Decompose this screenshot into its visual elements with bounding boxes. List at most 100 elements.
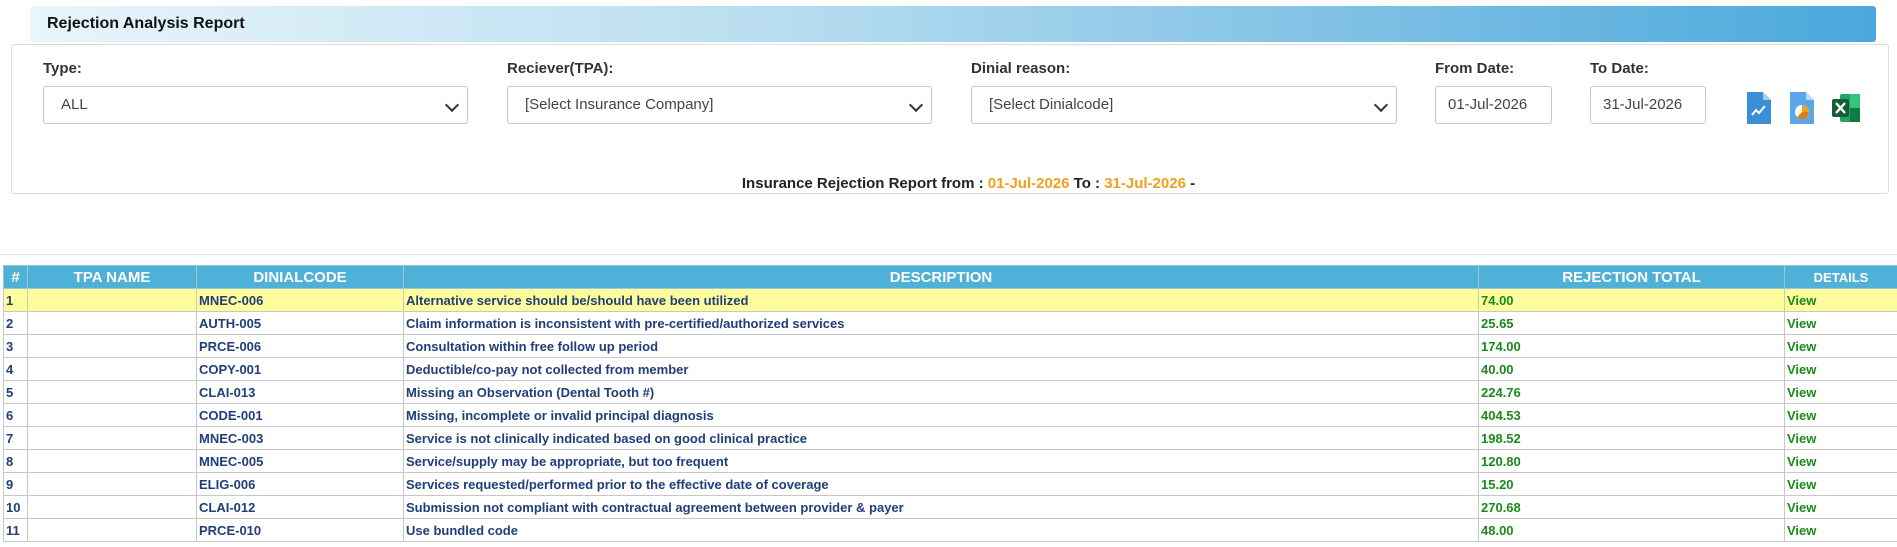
view-details-link[interactable]: View [1784, 334, 1897, 358]
summary-to-date: 31-Jul-2026 [1104, 175, 1186, 192]
from-date-value: 01-Jul-2026 [1448, 96, 1528, 113]
tpa-name-cell [27, 334, 197, 358]
table-row[interactable]: 6 CODE-001 Missing, incomplete or invali… [3, 403, 1897, 427]
dinialcode-cell: COPY-001 [196, 357, 404, 381]
table-row[interactable]: 2 AUTH-005 Claim information is inconsis… [3, 311, 1897, 335]
reason-select[interactable]: [Select Dinialcode] [971, 86, 1397, 124]
table-row[interactable]: 7 MNEC-003 Service is not clinically ind… [3, 426, 1897, 450]
view-details-link[interactable]: View [1784, 426, 1897, 450]
type-select-value: ALL [61, 96, 88, 113]
summary-mid: To : [1069, 175, 1105, 192]
report-title-bar: Rejection Analysis Report [30, 6, 1876, 42]
rejection-total-cell: 404.53 [1478, 403, 1785, 427]
col-header-rejection-total[interactable]: REJECTION TOTAL [1478, 265, 1785, 289]
rejection-total-cell: 40.00 [1478, 357, 1785, 381]
receiver-select-value: [Select Insurance Company] [525, 96, 714, 113]
view-details-link[interactable]: View [1784, 380, 1897, 404]
summary-from-date: 01-Jul-2026 [987, 175, 1070, 192]
to-date-input[interactable]: 31-Jul-2026 [1590, 86, 1706, 124]
view-details-link[interactable]: View [1784, 449, 1897, 473]
pie-chart-file-icon[interactable] [1787, 91, 1817, 125]
table-row[interactable]: 9 ELIG-006 Services requested/performed … [3, 472, 1897, 496]
rejection-total-cell: 48.00 [1478, 518, 1785, 542]
rejection-total-cell: 198.52 [1478, 426, 1785, 450]
row-number: 10 [3, 495, 28, 519]
row-number: 8 [3, 449, 28, 473]
rejection-total-cell: 74.00 [1478, 288, 1785, 312]
excel-export-icon[interactable] [1830, 91, 1860, 125]
dinialcode-cell: PRCE-010 [196, 518, 404, 542]
page-title: Rejection Analysis Report [47, 15, 245, 32]
chevron-down-icon [1373, 97, 1389, 113]
col-header-tpa-name[interactable]: TPA NAME [27, 265, 197, 289]
description-cell: Service is not clinically indicated base… [403, 426, 1479, 450]
view-details-link[interactable]: View [1784, 357, 1897, 381]
row-number: 4 [3, 357, 28, 381]
type-label: Type: [43, 60, 82, 77]
dinialcode-cell: CODE-001 [196, 403, 404, 427]
rejection-table: # TPA NAME DINIALCODE DESCRIPTION REJECT… [3, 265, 1897, 542]
view-details-link[interactable]: View [1784, 518, 1897, 542]
tpa-name-cell [27, 357, 197, 381]
dinialcode-cell: CLAI-013 [196, 380, 404, 404]
tpa-name-cell [27, 449, 197, 473]
description-cell: Submission not compliant with contractua… [403, 495, 1479, 519]
tpa-name-cell [27, 495, 197, 519]
table-row[interactable]: 4 COPY-001 Deductible/co-pay not collect… [3, 357, 1897, 381]
description-cell: Alternative service should be/should hav… [403, 288, 1479, 312]
table-row[interactable]: 8 MNEC-005 Service/supply may be appropr… [3, 449, 1897, 473]
description-cell: Missing, incomplete or invalid principal… [403, 403, 1479, 427]
row-number: 1 [3, 288, 28, 312]
description-cell: Service/supply may be appropriate, but t… [403, 449, 1479, 473]
tpa-name-cell [27, 288, 197, 312]
table-row[interactable]: 5 CLAI-013 Missing an Observation (Denta… [3, 380, 1897, 404]
rejection-total-cell: 15.20 [1478, 472, 1785, 496]
type-select[interactable]: ALL [43, 86, 468, 124]
table-row[interactable]: 11 PRCE-010 Use bundled code 48.00 View [3, 518, 1897, 542]
view-details-link[interactable]: View [1784, 495, 1897, 519]
table-row[interactable]: 3 PRCE-006 Consultation within free foll… [3, 334, 1897, 358]
from-date-input[interactable]: 01-Jul-2026 [1435, 86, 1552, 124]
dinialcode-cell: ELIG-006 [196, 472, 404, 496]
dinialcode-cell: PRCE-006 [196, 334, 404, 358]
description-cell: Claim information is inconsistent with p… [403, 311, 1479, 335]
summary-suffix: - [1185, 175, 1196, 192]
description-cell: Use bundled code [403, 518, 1479, 542]
row-number: 9 [3, 472, 28, 496]
tpa-name-cell [27, 426, 197, 450]
view-details-link[interactable]: View [1784, 472, 1897, 496]
line-chart-file-icon[interactable] [1744, 91, 1774, 125]
to-date-label: To Date: [1590, 60, 1649, 77]
dinialcode-cell: MNEC-003 [196, 426, 404, 450]
col-header-dinialcode[interactable]: DINIALCODE [196, 265, 404, 289]
view-details-link[interactable]: View [1784, 288, 1897, 312]
view-details-link[interactable]: View [1784, 311, 1897, 335]
summary-prefix: Insurance Rejection Report from : [741, 175, 988, 192]
receiver-label: Reciever(TPA): [507, 60, 614, 77]
tpa-name-cell [27, 380, 197, 404]
table-row[interactable]: 10 CLAI-012 Submission not compliant wit… [3, 495, 1897, 519]
divider [0, 254, 1897, 255]
view-details-link[interactable]: View [1784, 403, 1897, 427]
tpa-name-cell [27, 311, 197, 335]
reason-label: Dinial reason: [971, 60, 1071, 77]
description-cell: Consultation within free follow up perio… [403, 334, 1479, 358]
description-cell: Deductible/co-pay not collected from mem… [403, 357, 1479, 381]
table-row[interactable]: 1 MNEC-006 Alternative service should be… [3, 288, 1897, 312]
description-cell: Services requested/performed prior to th… [403, 472, 1479, 496]
report-summary: Insurance Rejection Report from : 01-Jul… [0, 175, 1897, 192]
receiver-select[interactable]: [Select Insurance Company] [507, 86, 932, 124]
row-number: 3 [3, 334, 28, 358]
dinialcode-cell: CLAI-012 [196, 495, 404, 519]
chevron-down-icon [444, 97, 460, 113]
row-number: 7 [3, 426, 28, 450]
dinialcode-cell: AUTH-005 [196, 311, 404, 335]
col-header-description[interactable]: DESCRIPTION [403, 265, 1479, 289]
rejection-total-cell: 224.76 [1478, 380, 1785, 404]
col-header-num: # [3, 265, 28, 289]
rejection-total-cell: 270.68 [1478, 495, 1785, 519]
row-number: 11 [3, 518, 28, 542]
chevron-down-icon [908, 97, 924, 113]
rejection-total-cell: 25.65 [1478, 311, 1785, 335]
reason-select-value: [Select Dinialcode] [989, 96, 1114, 113]
